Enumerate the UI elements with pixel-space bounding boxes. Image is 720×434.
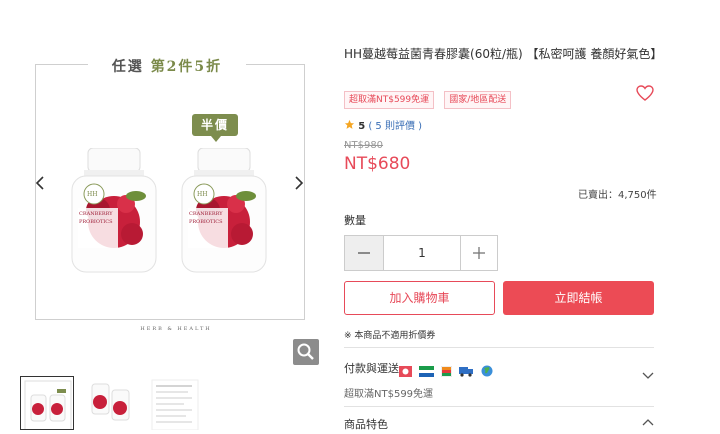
thumbnail-3-image <box>151 379 199 430</box>
quantity-increase-button[interactable] <box>460 236 497 270</box>
review-count-link[interactable]: ( 5 則評價 ) <box>368 121 422 132</box>
promo-text-1: 任選 <box>111 59 144 75</box>
promo-banner: 任選 第2件5折 <box>88 54 246 80</box>
next-image-arrow[interactable] <box>291 174 307 196</box>
payment-shipping-subtitle: 超取滿NT$599免運 <box>344 389 434 400</box>
rating: 5 ( 5 則評價 ) <box>344 117 422 132</box>
zoom-button[interactable] <box>293 339 319 365</box>
buy-now-button[interactable]: 立即結帳 <box>503 281 654 315</box>
bottle-label-left-2: PROBIOTICS <box>79 219 113 225</box>
bottle-logo-left: HH <box>87 191 98 198</box>
brand-footer: HERB & HEALTH <box>140 326 212 332</box>
seven-eleven-icon <box>440 362 453 381</box>
sold-count: 已賣出：4,750件 <box>578 190 657 201</box>
rating-value: 5 <box>358 121 366 132</box>
thumbnail-2-image <box>91 383 130 421</box>
quantity-stepper: 1 <box>344 235 498 271</box>
product-features-row[interactable]: 商品特色 <box>344 414 654 434</box>
family-mart-icon <box>419 362 435 381</box>
star-icon <box>344 119 355 129</box>
payment-icons <box>399 361 495 381</box>
chevron-right-icon <box>295 176 304 190</box>
magnifier-icon <box>297 343 314 360</box>
wishlist-button[interactable] <box>636 85 654 101</box>
prev-image-arrow[interactable] <box>32 174 48 196</box>
tag-list: 超取滿NT$599免運 國家/地區配送 <box>344 87 516 109</box>
product-features-title: 商品特色 <box>344 418 388 431</box>
region-tag: 國家/地區配送 <box>444 91 512 109</box>
shipping-tag: 超取滿NT$599免運 <box>344 91 435 109</box>
product-title: HH蔓越莓益菌青春膠囊(60粒/瓶) 【私密呵護 養顏好氣色】 <box>344 47 663 61</box>
quantity-input[interactable]: 1 <box>383 236 461 270</box>
heart-icon <box>636 85 654 101</box>
thumbnail-1[interactable] <box>20 376 74 430</box>
half-price-badge: 半價 <box>192 114 238 142</box>
bottle-label-right-2: PROBIOTICS <box>189 219 223 225</box>
add-to-cart-button[interactable]: 加入購物車 <box>344 281 495 315</box>
chevron-up-icon <box>642 419 654 426</box>
quantity-decrease-button[interactable] <box>345 236 384 270</box>
globe-icon <box>481 362 493 381</box>
bottle-label-right-1: CRANBERRY <box>189 211 223 217</box>
payment-shipping-title: 付款與運送 <box>344 362 399 375</box>
coupon-note: ※ 本商品不適用折價券 <box>344 331 436 341</box>
chevron-down-icon <box>642 372 654 379</box>
sale-price: NT$680 <box>344 154 411 174</box>
plus-icon <box>473 247 485 259</box>
minus-icon <box>358 252 370 254</box>
divider <box>344 406 654 407</box>
thumbnail-2[interactable] <box>84 376 138 430</box>
chevron-left-icon <box>35 176 44 190</box>
promo-text-2: 第2件5折 <box>150 59 223 75</box>
bottle-logo-right: HH <box>197 191 208 198</box>
delivery-icon <box>399 362 412 381</box>
thumbnail-3[interactable] <box>148 376 202 430</box>
truck-icon <box>459 362 474 381</box>
original-price: NT$980 <box>344 140 384 151</box>
quantity-label: 數量 <box>344 214 366 227</box>
payment-shipping-row[interactable]: 付款與運送 超取滿NT$599免運 <box>344 360 654 400</box>
bottle-label-left-1: CRANBERRY <box>79 211 113 217</box>
divider <box>344 347 654 348</box>
thumbnail-1-image <box>24 380 72 429</box>
